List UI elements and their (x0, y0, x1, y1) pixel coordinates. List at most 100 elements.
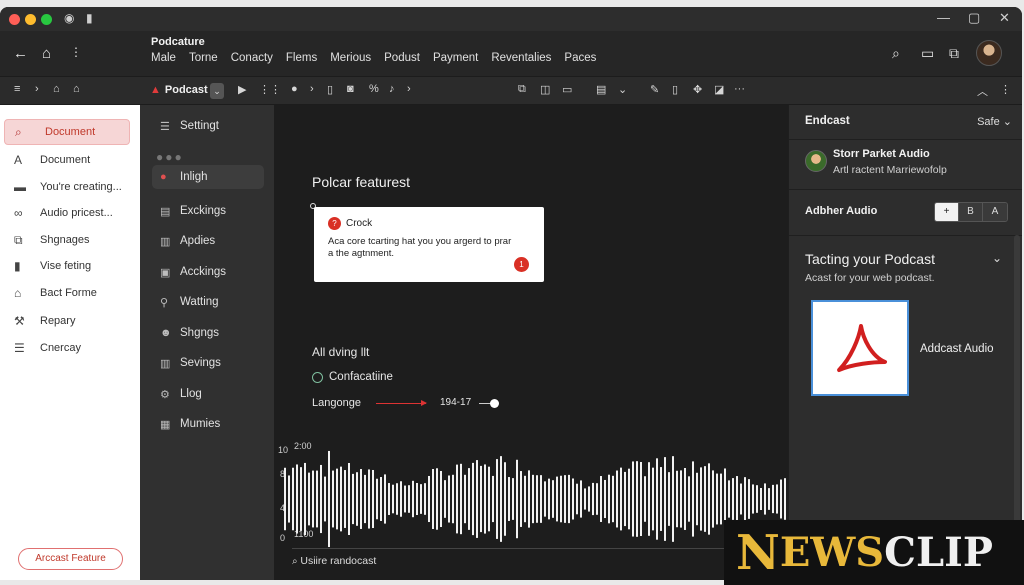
waveform-bar (460, 463, 462, 535)
document-dropdown-button[interactable]: ⌄ (210, 83, 224, 99)
page-icon[interactable]: ▯ (327, 83, 333, 96)
chevron-up-icon[interactable]: ︿ (977, 83, 988, 99)
more-horizontal-icon[interactable]: ··· (734, 83, 745, 95)
status-dropdown[interactable]: Safe ⌄ (977, 115, 1012, 128)
menu-flems[interactable]: Flems (286, 52, 317, 64)
add-segment-button[interactable]: + (935, 203, 959, 221)
close-icon[interactable]: ✕ (999, 10, 1010, 26)
settings-item-shgngs[interactable]: ☻ Shgngs (152, 321, 264, 345)
menu-reventalies[interactable]: Reventalies (491, 52, 551, 64)
home-icon[interactable]: ⌂ (42, 45, 51, 62)
minimize-icon[interactable]: — (937, 10, 950, 25)
menu-icon[interactable]: ≡ (14, 83, 20, 95)
audio-waveform[interactable]: 10 2:00 8 4 0 1100 (274, 441, 788, 551)
menu-paces[interactable]: Paces (564, 52, 596, 64)
menu-payment[interactable]: Payment (433, 52, 478, 64)
house-icon[interactable]: ⌂ (73, 83, 80, 95)
external-icon[interactable]: ◪ (714, 83, 724, 96)
waveform-bar (536, 475, 538, 523)
search-field[interactable]: ⌕ Usiire randocast (292, 555, 376, 567)
comment-popover[interactable]: ? Crock Aca core tcarting hat you you ar… (314, 207, 544, 282)
maximize-window-button[interactable] (41, 14, 52, 25)
waveform-bar (604, 479, 606, 519)
user-avatar[interactable] (976, 40, 1002, 66)
menu-podust[interactable]: Podust (384, 52, 420, 64)
forward-icon[interactable]: › (35, 83, 39, 95)
sidebar-item-creating[interactable]: ▬ You're creating... (0, 174, 138, 200)
sidebar-item-audio-pricest[interactable]: ∞ Audio pricest... (0, 200, 138, 226)
back-arrow-icon[interactable]: ← (13, 45, 28, 62)
more-vertical-icon[interactable]: ⋮ (70, 45, 82, 59)
menu-male[interactable]: Male (151, 52, 176, 64)
radio-label: Confacatiine (329, 371, 393, 383)
chevron-down-icon[interactable]: ⌄ (992, 251, 1002, 265)
home-segment-button[interactable]: A (983, 203, 1007, 221)
windows-icon[interactable]: ⧉ (949, 45, 959, 62)
chevron-right-icon-2[interactable]: › (407, 83, 411, 95)
document-chip[interactable]: ▲ Podcast (150, 84, 208, 96)
percent-icon[interactable]: % (369, 83, 379, 95)
dot-icon: ● (160, 171, 167, 183)
bold-segment-button[interactable]: B (959, 203, 983, 221)
chevron-down-icon[interactable]: ⌄ (618, 83, 627, 96)
book-icon[interactable]: ◫ (540, 83, 550, 96)
screen-icon[interactable]: ▭ (562, 83, 572, 96)
user-badge-icon[interactable]: ◙ (347, 83, 354, 95)
waveform-bar (336, 468, 338, 530)
count-badge[interactable]: 1 (514, 257, 529, 272)
sidebar-item-repary[interactable]: ⚒ Repary (0, 308, 138, 334)
radio-circle[interactable] (312, 371, 323, 383)
pdf-thumbnail-card[interactable] (811, 300, 909, 396)
waveform-bar (576, 483, 578, 515)
document-icon[interactable]: ▤ (596, 83, 606, 96)
menu-conacty[interactable]: Conacty (231, 52, 273, 64)
copy-icon[interactable]: ⧉ (518, 83, 526, 96)
sidebar-item-bact-forme[interactable]: ⌂ Bact Forme (0, 280, 138, 306)
battery-icon[interactable]: ▯ (672, 83, 678, 96)
scrollbar[interactable] (1014, 235, 1020, 535)
waveform-bar (616, 470, 618, 528)
minimize-window-button[interactable] (25, 14, 36, 25)
person-icon[interactable]: ● (291, 83, 298, 95)
restore-icon[interactable]: ▢ (968, 10, 980, 26)
more-vertical-icon-2[interactable]: ⋮ (1000, 83, 1011, 96)
sidebar-item-vise-feting[interactable]: ▮ Vise feting (0, 253, 138, 279)
sidebar-item-cnercay[interactable]: ☰ Cnercay (0, 335, 138, 361)
panel-title: Endcast (805, 115, 850, 127)
alert-badge: ? (328, 217, 341, 230)
settings-item-acckings[interactable]: ▣ Acckings (152, 260, 264, 284)
chat-icon[interactable]: ▭ (921, 45, 934, 62)
menu-merious[interactable]: Merious (330, 52, 371, 64)
settings-item-apdies[interactable]: ▥ Apdies (152, 229, 264, 253)
menu-torne[interactable]: Torne (189, 52, 218, 64)
settings-item-inligh[interactable]: ● Inligh (152, 165, 264, 189)
tab-icon[interactable]: ▮ (86, 11, 93, 25)
waveform-bar (552, 480, 554, 518)
settings-item-watting[interactable]: ⚲ Watting (152, 290, 264, 314)
waveform-bar (452, 474, 454, 524)
music-note-icon[interactable]: ♪ (389, 83, 395, 95)
move-icon[interactable]: ✥ (693, 83, 702, 96)
search-icon[interactable]: ⌕ (892, 45, 900, 62)
waveform-bar (732, 478, 734, 520)
settings-item-mumies[interactable]: ▦ Mumies (152, 412, 264, 436)
popover-body: Aca core tcarting hat you you argerd to … (328, 236, 512, 259)
arccast-feature-button[interactable]: Arccast Feature (18, 548, 123, 570)
grid-icon[interactable]: ⋮⋮ (259, 83, 281, 96)
sidebar-item-document-active[interactable]: ⌕ Document (4, 119, 130, 145)
sidebar-item-shgnages[interactable]: ⧉ Shgnages (0, 227, 138, 253)
chevron-right-icon[interactable]: › (310, 83, 314, 95)
play-icon[interactable]: ▶ (238, 83, 246, 96)
waveform-bar (448, 475, 450, 523)
settings-item-exckings[interactable]: ▤ Exckings (152, 199, 264, 223)
edit-icon[interactable]: ✎ (650, 83, 659, 96)
close-window-button[interactable] (9, 14, 20, 25)
sidebar-item-document[interactable]: A Document (0, 147, 138, 173)
settings-header[interactable]: ☰ Settingt (152, 114, 264, 138)
radio-option[interactable]: Confacatiine (312, 371, 393, 383)
language-slider-knob[interactable] (490, 399, 499, 408)
doc-icon: ▤ (160, 205, 171, 218)
home-small-icon[interactable]: ⌂ (53, 83, 60, 95)
settings-item-sevings[interactable]: ▥ Sevings (152, 351, 264, 375)
settings-item-llog[interactable]: ⚙ Llog (152, 382, 264, 406)
